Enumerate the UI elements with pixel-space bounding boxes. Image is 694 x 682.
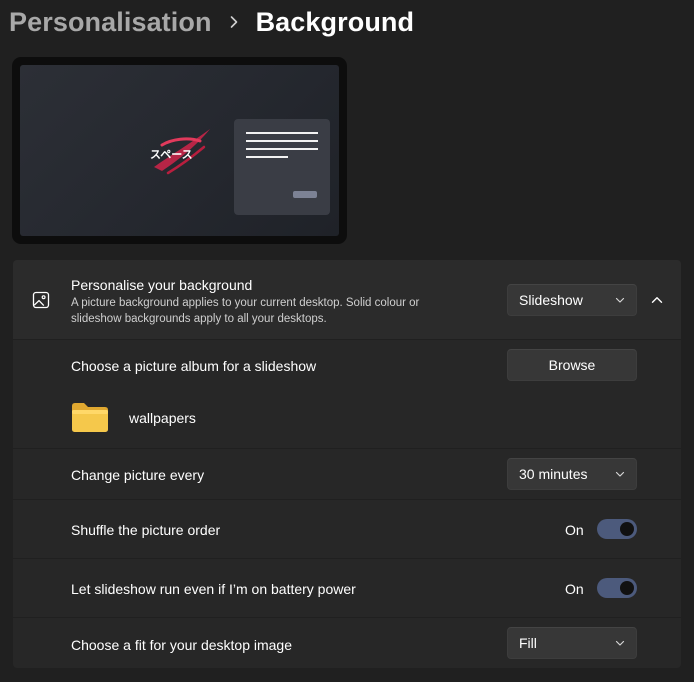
change-interval-value: 30 minutes bbox=[519, 466, 588, 482]
chevron-down-icon bbox=[615, 640, 625, 646]
breadcrumb-personalisation-link[interactable]: Personalisation bbox=[9, 7, 212, 38]
fit-value: Fill bbox=[519, 635, 537, 651]
change-picture-row: Change picture every 30 minutes bbox=[13, 449, 681, 499]
settings-page: Personalisation Background スペース Personal… bbox=[0, 0, 694, 682]
background-type-value: Slideshow bbox=[519, 292, 583, 308]
battery-row: Let slideshow run even if I’m on battery… bbox=[13, 559, 681, 617]
desktop-preview: スペース bbox=[12, 57, 347, 244]
chevron-up-icon bbox=[651, 297, 663, 303]
folder-icon bbox=[72, 403, 108, 432]
browse-button[interactable]: Browse bbox=[507, 349, 637, 381]
wallpaper-logo-text: スペース bbox=[150, 148, 193, 161]
preview-window-line bbox=[246, 132, 318, 134]
fit-dropdown[interactable]: Fill bbox=[507, 627, 637, 659]
preview-window-line bbox=[246, 148, 318, 150]
picture-icon bbox=[32, 291, 50, 309]
change-picture-label: Change picture every bbox=[71, 467, 205, 483]
picture-album-row: Choose a picture album for a slideshow B… bbox=[13, 340, 681, 448]
change-interval-dropdown[interactable]: 30 minutes bbox=[507, 458, 637, 490]
shuffle-state: On bbox=[565, 522, 584, 538]
shuffle-toggle[interactable] bbox=[597, 519, 637, 539]
background-type-dropdown[interactable]: Slideshow bbox=[507, 284, 637, 316]
toggle-knob bbox=[620, 581, 634, 595]
preview-screen: スペース bbox=[20, 65, 339, 236]
preview-window-line bbox=[246, 156, 288, 158]
personalise-background-description: A picture background applies to your cur… bbox=[71, 297, 420, 325]
battery-state: On bbox=[565, 581, 584, 597]
fit-row: Choose a fit for your desktop image Fill bbox=[13, 618, 681, 668]
chevron-down-icon bbox=[615, 471, 625, 477]
personalise-background-title: Personalise your background bbox=[71, 277, 253, 293]
preview-window-line bbox=[246, 140, 318, 142]
chevron-right-icon bbox=[212, 15, 256, 29]
personalise-background-card: Personalise your background A picture ba… bbox=[13, 260, 681, 339]
preview-window-mockup bbox=[234, 119, 330, 215]
breadcrumb: Personalisation Background bbox=[9, 4, 414, 40]
chevron-down-icon bbox=[615, 297, 625, 303]
fit-label: Choose a fit for your desktop image bbox=[71, 637, 293, 653]
picture-album-label: Choose a picture album for a slideshow bbox=[71, 358, 317, 374]
album-folder-item[interactable]: wallpapers bbox=[71, 402, 196, 433]
battery-toggle[interactable] bbox=[597, 578, 637, 598]
page-title: Background bbox=[255, 6, 415, 37]
shuffle-label: Shuffle the picture order bbox=[71, 522, 221, 538]
preview-window-button bbox=[293, 191, 317, 198]
battery-label: Let slideshow run even if I’m on battery… bbox=[71, 581, 356, 597]
shuffle-row: Shuffle the picture order On bbox=[13, 500, 681, 558]
toggle-knob bbox=[620, 522, 634, 536]
collapse-button[interactable] bbox=[647, 290, 667, 310]
album-folder-name: wallpapers bbox=[129, 409, 196, 426]
wallpaper-logo-image: スペース bbox=[150, 129, 210, 175]
